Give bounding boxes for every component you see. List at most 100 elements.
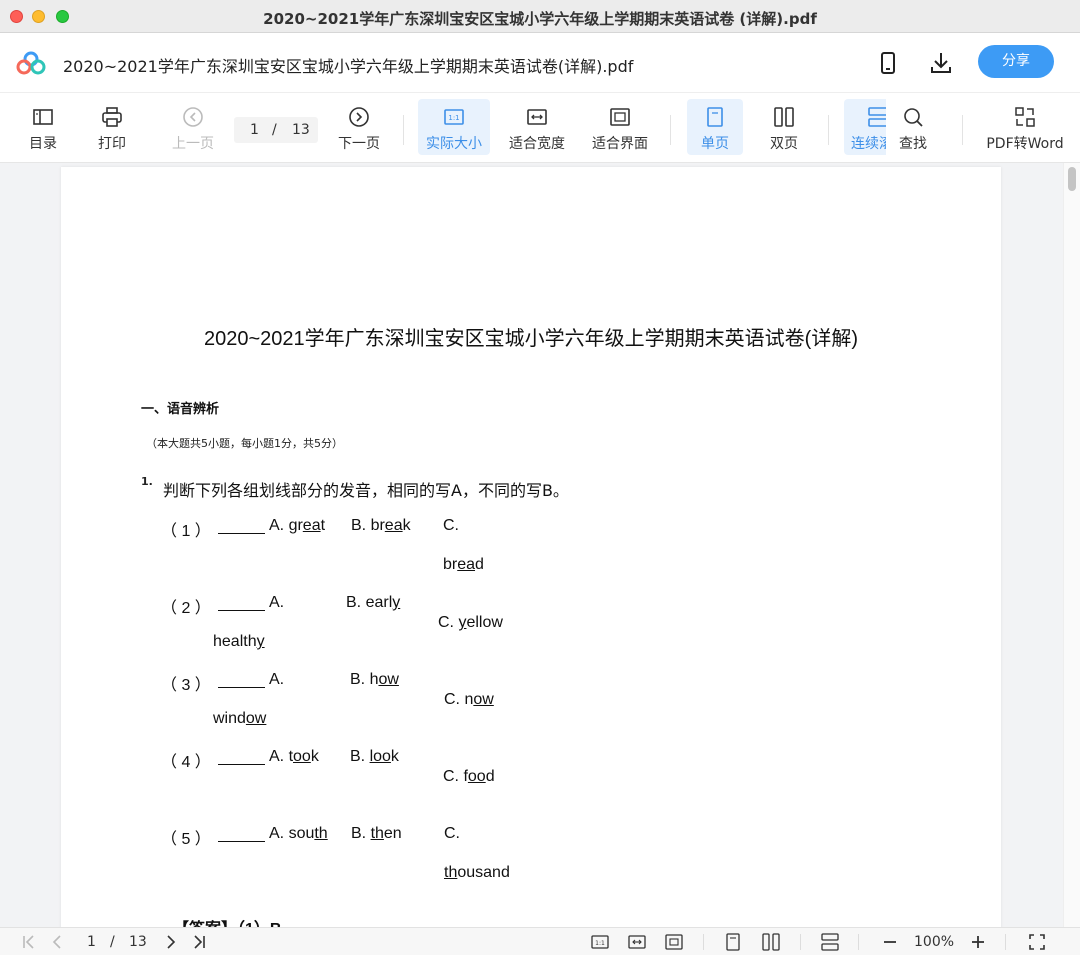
toolbar-divider [403, 115, 404, 145]
convert-icon [1015, 107, 1035, 127]
toolbar: 目录 打印 上一页 1 / 13 下一页 1:1 实际大小 适合宽度 适合界面 … [0, 93, 1080, 163]
toc-label: 目录 [29, 136, 57, 152]
prev-page-button[interactable]: 上一页 [157, 99, 229, 155]
next-page-icon[interactable] [162, 933, 180, 951]
section-note: （本大题共5小题，每小题1分，共5分） [146, 437, 343, 450]
double-page-label: 双页 [770, 136, 798, 152]
first-page-icon[interactable] [20, 933, 38, 951]
option-c-label: C. [443, 517, 459, 534]
option-a: window [213, 710, 267, 727]
pdf-heading: 2020~2021学年广东深圳宝安区宝城小学六年级上学期期末英语试卷(详解) [204, 328, 858, 350]
actual-size-icon-text: 1:1 [448, 114, 459, 122]
printer-icon [102, 107, 122, 127]
option-c-label: C. [444, 825, 460, 842]
answer-text: 【答案】（1）B [173, 915, 281, 927]
option-a: A. great [269, 517, 326, 534]
fit-width-icon [527, 109, 547, 125]
option-c: C. now [444, 691, 494, 708]
question-text: 判断下列各组划线部分的发音，相同的写A，不同的写B。 [163, 481, 569, 500]
option-c: bread [443, 556, 484, 573]
search-label: 查找 [899, 136, 927, 152]
toolbar-divider [670, 115, 671, 145]
page-number-input[interactable]: 1 / 13 [234, 117, 318, 143]
option-a-label: A. [269, 594, 285, 611]
actual-size-icon[interactable]: 1:1 [591, 933, 609, 951]
toc-button[interactable]: 目录 [7, 99, 79, 155]
vertical-scrollbar[interactable] [1063, 163, 1080, 927]
document-title: 2020~2021学年广东深圳宝安区宝城小学六年级上学期期末英语试卷(详解).p… [63, 57, 634, 76]
answer-blank [218, 687, 265, 688]
option-a-label: A. [269, 671, 285, 688]
item-number: （ 3 ） [161, 677, 211, 694]
actual-size-icon: 1:1 [444, 109, 464, 125]
answer-blank [218, 610, 265, 611]
fit-page-label: 适合界面 [592, 136, 648, 152]
search-button[interactable]: 查找 [882, 99, 944, 155]
toolbar-divider [828, 115, 829, 145]
option-c: C. yellow [438, 614, 503, 631]
fit-page-button[interactable]: 适合界面 [584, 99, 656, 155]
single-page-icon [707, 107, 723, 127]
window-title: 2020~2021学年广东深圳宝安区宝城小学六年级上学期期末英语试卷 (详解).… [263, 10, 817, 28]
last-page-icon[interactable] [190, 933, 208, 951]
single-page-icon[interactable] [724, 933, 742, 951]
chevron-left-circle-icon [183, 107, 203, 127]
zoom-in-icon[interactable] [969, 933, 987, 951]
download-icon[interactable] [928, 50, 954, 76]
fit-width-button[interactable]: 适合宽度 [501, 99, 573, 155]
double-page-icon [774, 107, 794, 127]
single-page-button[interactable]: 单页 [687, 99, 743, 155]
option-b: B. how [350, 671, 399, 688]
continuous-scroll-button[interactable]: 连续滚 [844, 99, 886, 155]
double-page-button[interactable]: 双页 [756, 99, 812, 155]
bottom-page-separator: / [110, 934, 115, 950]
actual-size-button[interactable]: 1:1 实际大小 [418, 99, 490, 155]
item-number: （ 5 ） [161, 831, 211, 848]
answer-blank [218, 841, 265, 842]
bottom-page-total: 13 [129, 934, 147, 950]
page-current: 1 [250, 122, 259, 138]
option-c: thousand [444, 864, 510, 881]
bottom-page-current[interactable]: 1 [87, 934, 96, 950]
bottom-bar: 1 / 13 1:1 100% [0, 927, 1080, 955]
bottom-actual-size-icon-text: 1:1 [595, 940, 605, 947]
scrollbar-thumb[interactable] [1068, 167, 1076, 191]
fit-width-icon[interactable] [628, 933, 646, 951]
prev-page-label: 上一页 [172, 136, 214, 152]
option-a: healthy [213, 633, 265, 650]
option-b: B. then [351, 825, 402, 842]
continuous-scroll-icon[interactable] [821, 933, 839, 951]
next-page-label: 下一页 [338, 136, 380, 152]
share-button[interactable]: 分享 [978, 45, 1054, 78]
single-page-label: 单页 [701, 136, 729, 152]
option-b: B. break [351, 517, 411, 534]
zoom-out-icon[interactable] [881, 933, 899, 951]
print-button[interactable]: 打印 [76, 99, 148, 155]
pdf-to-word-button[interactable]: PDF转Word [980, 99, 1070, 155]
fit-page-icon[interactable] [665, 933, 683, 951]
option-b: B. early [346, 594, 401, 611]
option-c: C. food [443, 768, 495, 785]
bottom-divider [1005, 934, 1006, 950]
pdf-to-word-label: PDF转Word [986, 136, 1064, 152]
option-b: B. look [350, 748, 399, 765]
option-a: A. south [269, 825, 328, 842]
document-viewer[interactable]: 2020~2021学年广东深圳宝安区宝城小学六年级上学期期末英语试卷(详解) 一… [0, 163, 1080, 927]
app-header: 2020~2021学年广东深圳宝安区宝城小学六年级上学期期末英语试卷(详解).p… [0, 33, 1080, 93]
double-page-icon[interactable] [762, 933, 780, 951]
next-page-button[interactable]: 下一页 [323, 99, 395, 155]
pdf-page: 2020~2021学年广东深圳宝安区宝城小学六年级上学期期末英语试卷(详解) 一… [61, 167, 1001, 927]
page-total: 13 [292, 122, 310, 138]
print-label: 打印 [98, 136, 126, 152]
zoom-level[interactable]: 100% [914, 934, 954, 950]
continuous-scroll-label: 连续滚 [851, 136, 886, 152]
chevron-right-circle-icon [349, 107, 369, 127]
fullscreen-icon[interactable] [1028, 933, 1046, 951]
sidebar-icon [33, 109, 53, 125]
phone-icon[interactable] [875, 50, 901, 76]
bottom-divider [703, 934, 704, 950]
item-number: （ 4 ） [161, 754, 211, 771]
section-heading: 一、语音辨析 [141, 402, 220, 417]
app-logo-icon [16, 51, 46, 75]
prev-page-icon[interactable] [48, 933, 66, 951]
